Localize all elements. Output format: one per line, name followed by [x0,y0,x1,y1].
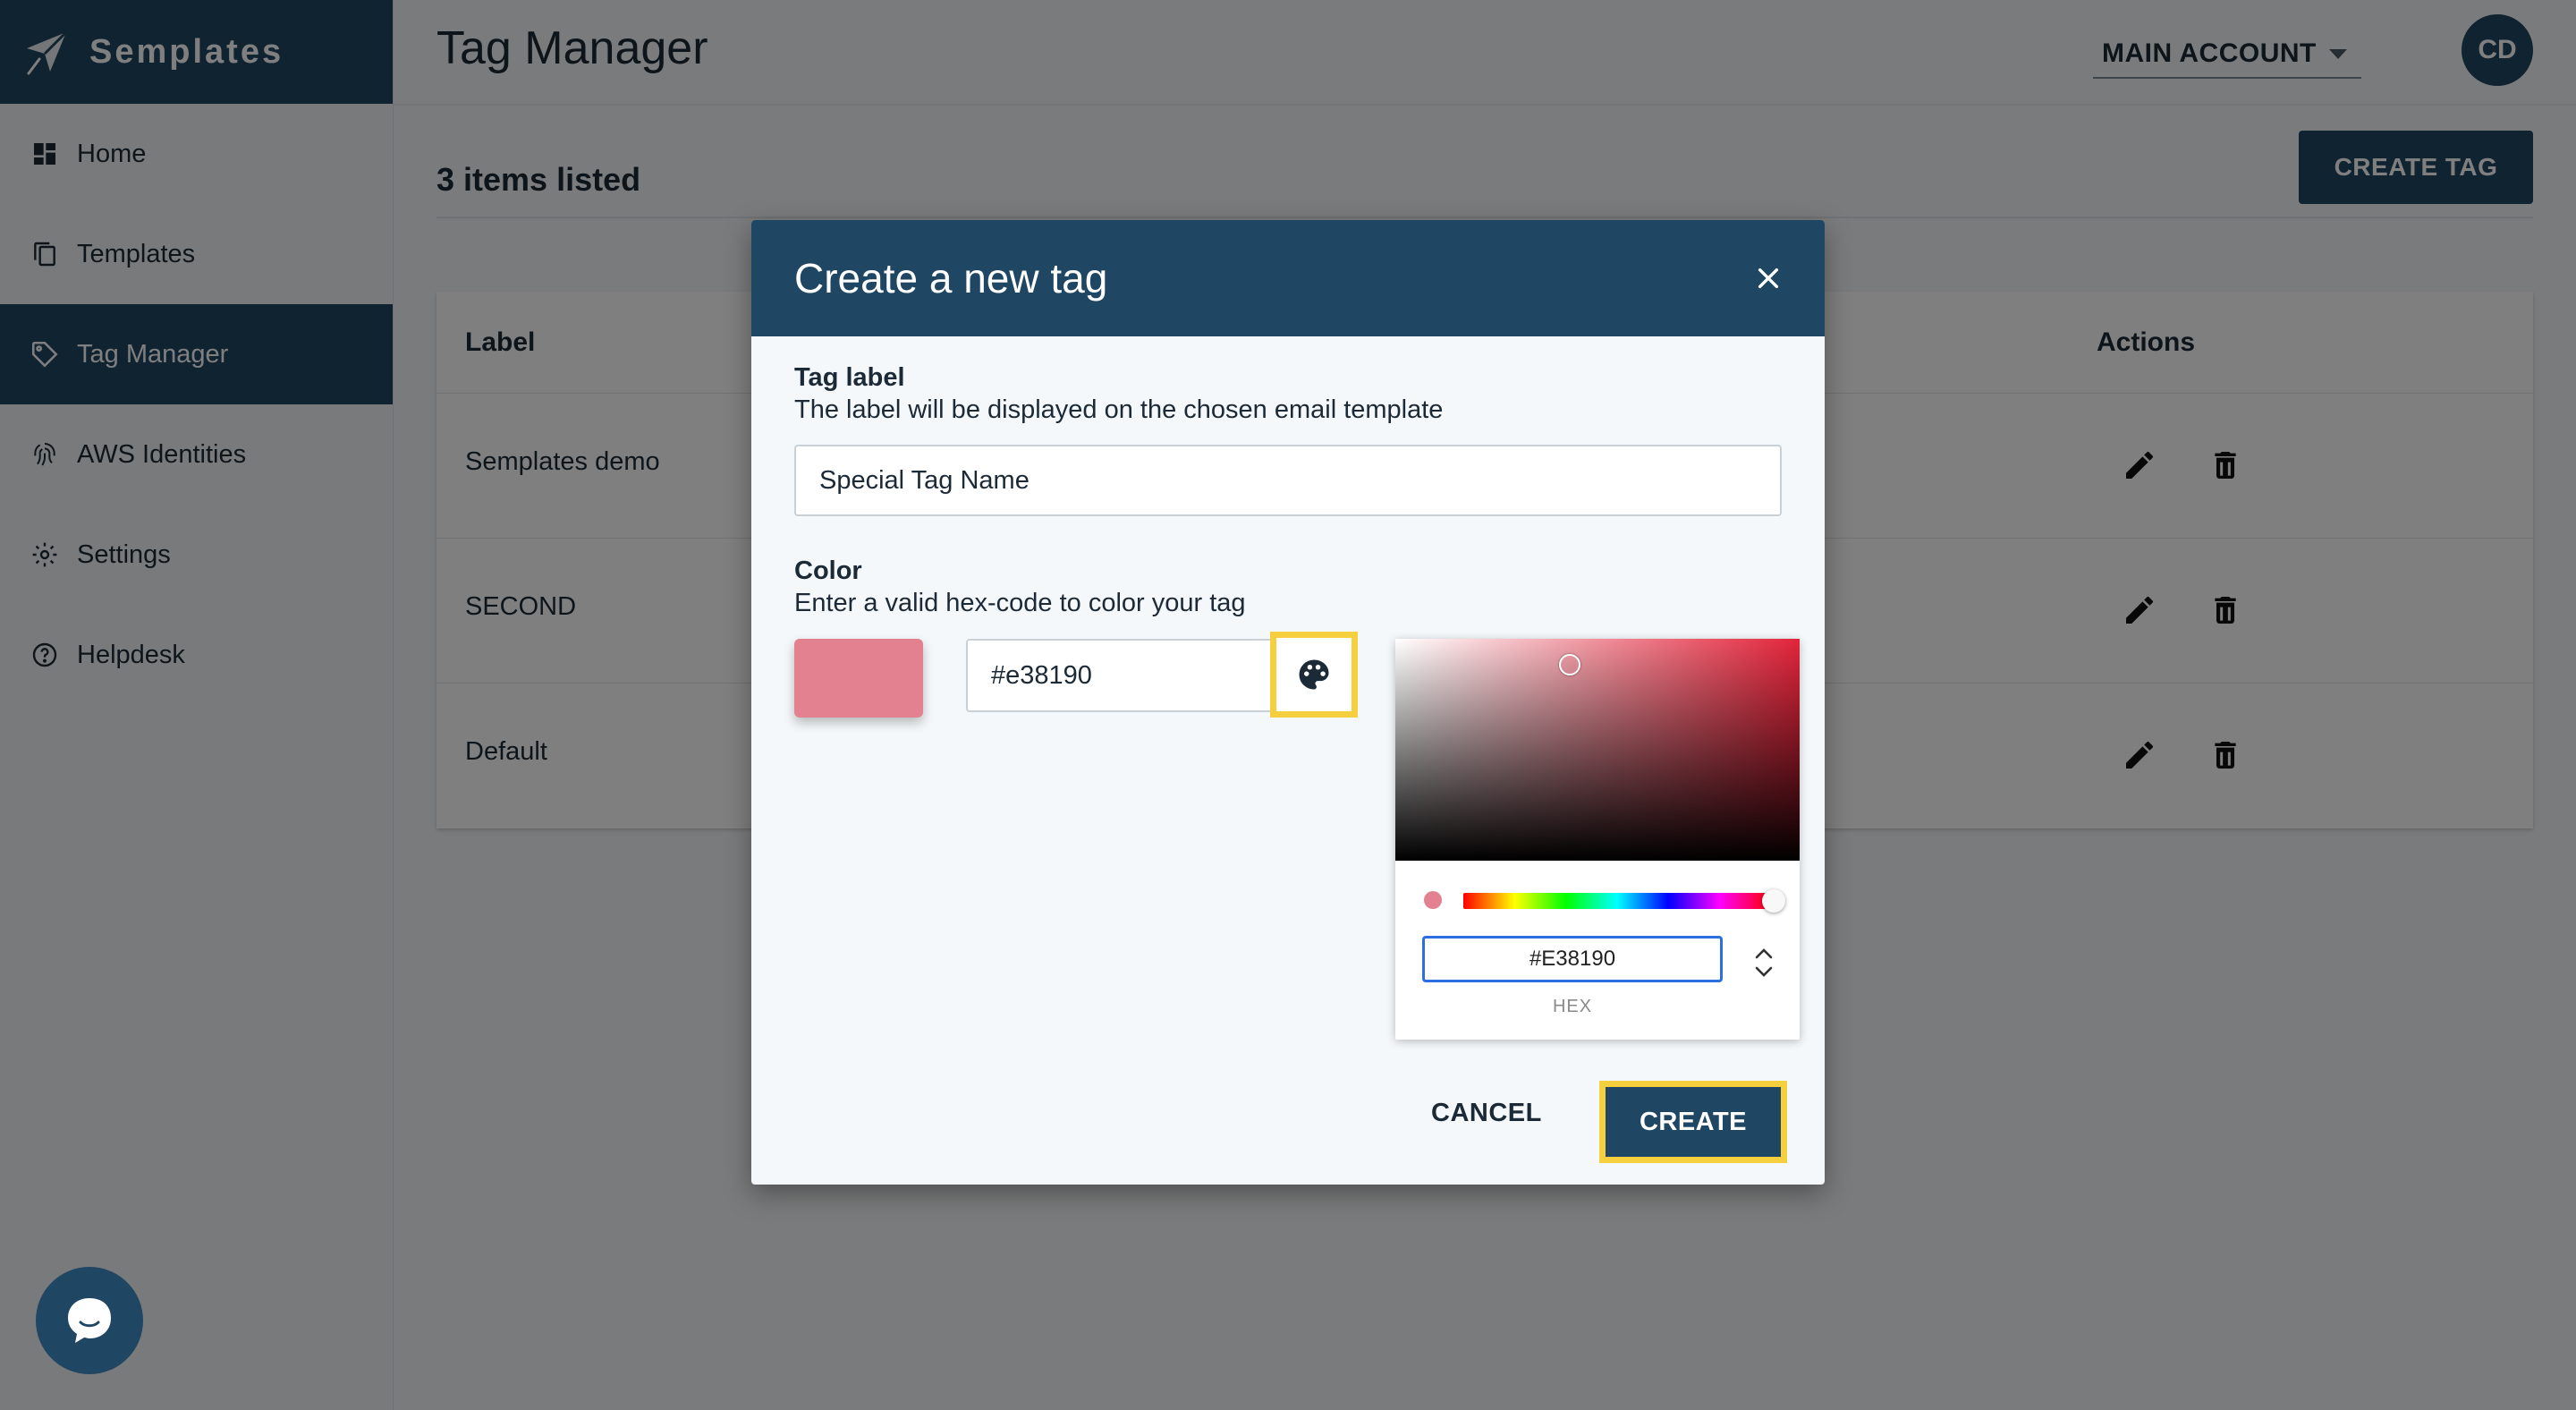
dialog-title: Create a new tag [794,255,1108,302]
color-swatch [794,639,923,718]
saturation-pointer[interactable] [1559,654,1580,675]
close-icon[interactable] [1748,258,1789,299]
current-color-dot [1424,891,1442,909]
create-tag-dialog: Create a new tag Tag label The label wil… [751,220,1825,1185]
create-button[interactable]: CREATE [1599,1081,1787,1163]
color-title: Color [794,556,862,585]
saturation-area[interactable] [1395,639,1800,861]
chat-bubble-icon [68,1298,111,1343]
color-picker-popover: HEX [1395,639,1800,1040]
hue-slider-thumb[interactable] [1762,889,1785,913]
color-help: Enter a valid hex-code to color your tag [794,589,1246,617]
tag-label-title: Tag label [794,363,905,392]
hue-slider[interactable] [1463,893,1771,909]
picker-hex-input[interactable] [1422,936,1723,982]
tag-label-help: The label will be displayed on the chose… [794,395,1444,424]
hex-color-input[interactable] [966,639,1275,712]
cancel-button[interactable]: CANCEL [1397,1079,1576,1147]
chat-launcher[interactable] [36,1267,143,1374]
picker-hex-label: HEX [1552,997,1593,1016]
color-picker-button[interactable] [1270,632,1358,718]
format-toggle-icon[interactable] [1746,941,1782,984]
palette-icon [1299,659,1329,690]
tag-label-input[interactable] [794,445,1782,516]
dialog-header: Create a new tag [751,220,1825,336]
